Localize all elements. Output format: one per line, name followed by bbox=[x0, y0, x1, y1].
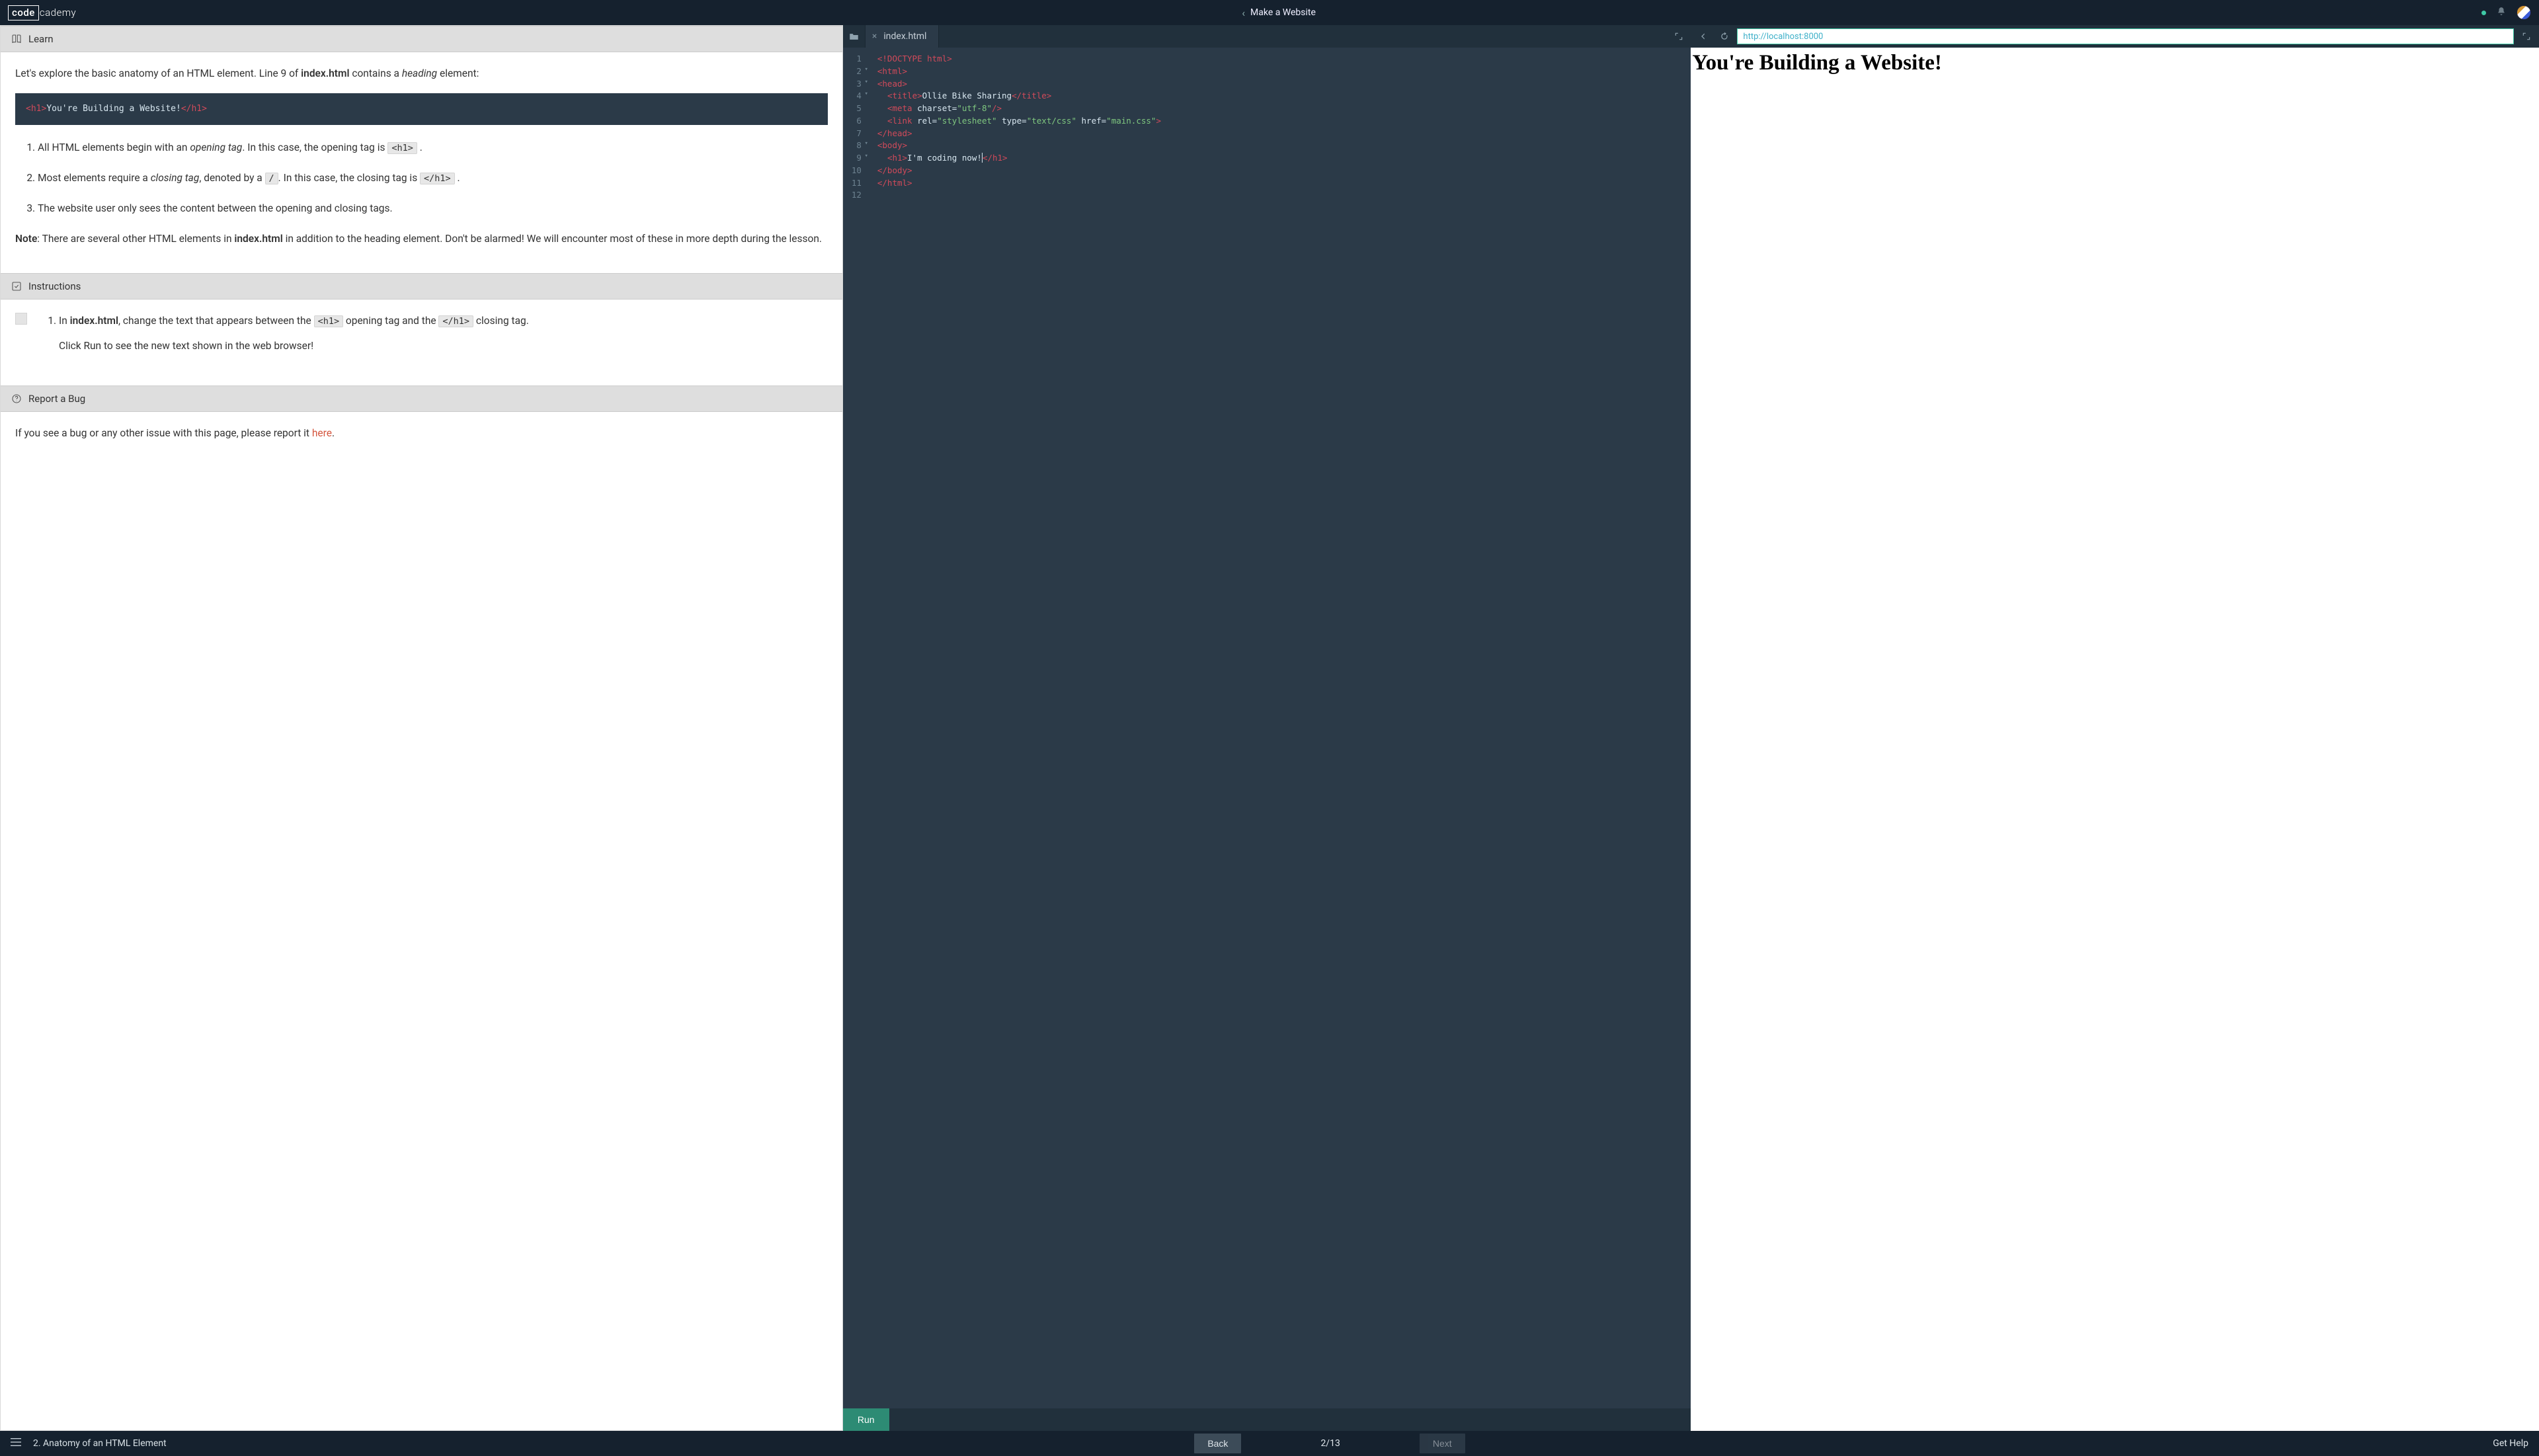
editor-pane: × index.html 123456789101112 <!DOCTYPE h… bbox=[843, 25, 1691, 1431]
top-nav: codecademy ‹ Make a Website bbox=[0, 0, 2539, 25]
folder-icon bbox=[849, 32, 859, 41]
chevron-left-icon: ‹ bbox=[1242, 7, 1245, 19]
url-bar[interactable]: http://localhost:8000 bbox=[1737, 28, 2514, 44]
browser-bar: http://localhost:8000 bbox=[1691, 25, 2539, 48]
next-button[interactable]: Next bbox=[1420, 1434, 1465, 1453]
reload-icon bbox=[1720, 32, 1729, 41]
logo-box: code bbox=[8, 5, 39, 20]
back-button[interactable]: Back bbox=[1194, 1434, 1241, 1453]
browser-back-button[interactable] bbox=[1695, 28, 1712, 44]
learn-li-1: All HTML elements begin with an opening … bbox=[38, 140, 828, 155]
instructions-heading: Instructions bbox=[1, 273, 842, 300]
question-circle-icon bbox=[11, 393, 22, 404]
bell-icon[interactable] bbox=[2497, 7, 2506, 19]
bug-heading-label: Report a Bug bbox=[28, 393, 85, 405]
learn-li-3: The website user only sees the content b… bbox=[38, 200, 828, 216]
learn-body: Let's explore the basic anatomy of an HT… bbox=[1, 52, 842, 273]
expand-browser-button[interactable] bbox=[2518, 28, 2535, 44]
lesson-title: 2. Anatomy of an HTML Element bbox=[33, 1438, 167, 1449]
file-tab[interactable]: × index.html bbox=[866, 25, 940, 48]
learn-scroll[interactable]: Learn Let's explore the basic anatomy of… bbox=[0, 25, 843, 1431]
course-title: Make a Website bbox=[1250, 7, 1316, 18]
learn-li-2: Most elements require a closing tag, den… bbox=[38, 170, 828, 186]
code-sample: <h1>You're Building a Website!</h1> bbox=[15, 93, 828, 125]
close-icon[interactable]: × bbox=[872, 31, 877, 42]
chevron-left-icon bbox=[1699, 32, 1708, 41]
bug-heading: Report a Bug bbox=[1, 385, 842, 412]
instructions-heading-label: Instructions bbox=[28, 280, 81, 292]
instructions-body: In index.html, change the text that appe… bbox=[1, 300, 842, 385]
menu-icon bbox=[11, 1438, 21, 1446]
book-icon bbox=[11, 34, 22, 44]
browser-view[interactable]: You're Building a Website! bbox=[1691, 48, 2539, 1431]
learn-heading: Learn bbox=[1, 26, 842, 52]
learn-heading-label: Learn bbox=[28, 33, 54, 45]
bug-body: If you see a bug or any other issue with… bbox=[1, 412, 842, 467]
expand-editor-button[interactable] bbox=[1667, 25, 1691, 48]
course-title-wrap[interactable]: ‹ Make a Website bbox=[76, 7, 2481, 19]
logo-rest: cademy bbox=[40, 7, 76, 19]
code-area[interactable]: <!DOCTYPE html> <html> <head> <title>Oll… bbox=[866, 48, 1691, 1408]
learn-pane: Learn Let's explore the basic anatomy of… bbox=[0, 25, 843, 1431]
learn-list: All HTML elements begin with an opening … bbox=[15, 140, 828, 216]
browser-reload-button[interactable] bbox=[1716, 28, 1733, 44]
progress-indicator: 2/13 bbox=[1320, 1438, 1340, 1449]
url-text: http://localhost:8000 bbox=[1743, 32, 1823, 42]
step-checkbox[interactable] bbox=[15, 313, 27, 325]
get-help-button[interactable]: Get Help bbox=[2493, 1438, 2528, 1449]
report-link[interactable]: here bbox=[312, 427, 332, 439]
editor-gutter: 123456789101112 bbox=[843, 48, 866, 1408]
logo[interactable]: codecademy bbox=[8, 5, 76, 20]
expand-icon bbox=[2522, 32, 2531, 41]
expand-icon bbox=[1674, 32, 1683, 41]
run-bar: Run bbox=[843, 1408, 1691, 1431]
browser-pane: http://localhost:8000 You're Building a … bbox=[1691, 25, 2539, 1431]
editor-tabs: × index.html bbox=[843, 25, 1691, 48]
main-panes: Learn Let's explore the basic anatomy of… bbox=[0, 25, 2539, 1431]
run-button[interactable]: Run bbox=[843, 1408, 889, 1431]
instruction-step-1: In index.html, change the text that appe… bbox=[59, 313, 828, 354]
code-editor[interactable]: 123456789101112 <!DOCTYPE html> <html> <… bbox=[843, 48, 1691, 1408]
menu-button[interactable] bbox=[11, 1438, 21, 1449]
avatar[interactable] bbox=[2517, 5, 2531, 20]
status-dot-icon bbox=[2481, 11, 2486, 15]
check-square-icon bbox=[11, 281, 22, 292]
file-tab-label: index.html bbox=[883, 31, 926, 42]
bottom-bar: 2. Anatomy of an HTML Element Back 2/13 … bbox=[0, 1431, 2539, 1456]
rendered-heading: You're Building a Website! bbox=[1692, 51, 2538, 75]
learn-intro: Let's explore the basic anatomy of an HT… bbox=[15, 65, 828, 81]
learn-note: Note: There are several other HTML eleme… bbox=[15, 231, 828, 247]
folder-button[interactable] bbox=[843, 25, 866, 48]
